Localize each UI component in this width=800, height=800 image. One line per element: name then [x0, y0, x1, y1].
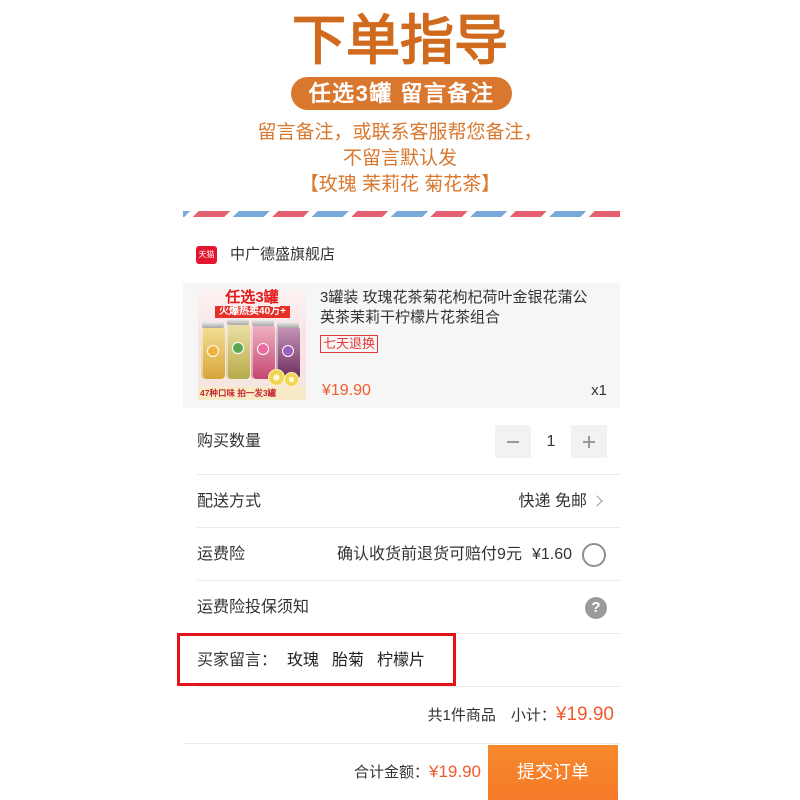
product-title[interactable]: 3罐装 玫瑰花茶菊花枸杞荷叶金银花蒲公 英茶茉莉干柠檬片花茶组合 [320, 288, 615, 328]
insurance-notice-row[interactable]: 运费险投保须知 [183, 581, 620, 634]
quantity-row: 购买数量 1 [183, 408, 620, 475]
product-title-line: 英茶茉莉干柠檬片花茶组合 [320, 309, 501, 326]
chevron-right-icon[interactable] [591, 495, 603, 507]
insurance-info: 确认收货前退货可赔付9元 ¥1.60 [337, 528, 572, 581]
plus-stroke [588, 435, 590, 448]
order-confirmation-card: 天猫 中广德盛旗舰店 任选3罐 火爆热卖40万+ 47种口味 拍一发3罐 3罐装… [177, 218, 620, 800]
insurance-description: 确认收货前退货可赔付9元 [337, 546, 522, 563]
checkout-bar: 合计金额：¥19.90 提交订单 [183, 743, 620, 800]
product-image[interactable]: 任选3罐 火爆热卖40万+ 47种口味 拍一发3罐 [198, 289, 306, 400]
order-guide-page: 下单指导 任选3罐 留言备注 留言备注，或联系客服帮您备注， 不留言默认发 【玫… [0, 0, 800, 800]
question-icon[interactable] [585, 597, 607, 619]
jar-label [207, 345, 219, 357]
insurance-label: 运费险 [197, 546, 246, 563]
jar-label [257, 343, 269, 355]
jar-label [282, 345, 294, 357]
jar-lid [227, 319, 249, 325]
minus-stroke [507, 441, 519, 443]
instructions: 留言备注，或联系客服帮您备注， 不留言默认发 【玫瑰 茉莉花 菊花茶】 [0, 120, 800, 198]
image-banner: 火爆热卖40万+ [215, 306, 290, 318]
tea-jar [201, 322, 225, 379]
subtotal: 共1件商品 小计：¥19.90 [428, 687, 614, 744]
instruction-line: 不留言默认发 [342, 148, 457, 169]
image-footer: 47种口味 拍一发3罐 [198, 387, 306, 400]
tmall-icon: 天猫 [196, 246, 217, 264]
jar-lid [277, 322, 299, 328]
insurance-notice-label: 运费险投保须知 [197, 599, 310, 616]
submit-order-button[interactable]: 提交订单 [488, 745, 618, 800]
total-amount: ¥19.90 [429, 762, 481, 781]
total-label: 合计金额： [353, 764, 429, 781]
image-headline: 任选3罐 [225, 289, 279, 306]
quantity-value[interactable]: 1 [531, 425, 571, 458]
subtotal-row: 共1件商品 小计：¥19.90 [183, 687, 620, 743]
lemon-slice [284, 372, 299, 387]
jar-lid [252, 320, 274, 326]
delivery-row[interactable]: 配送方式 快递 免邮 [183, 475, 620, 528]
airmail-stripe-divider [183, 211, 620, 217]
return-policy-badge: 七天退换 [320, 335, 379, 353]
shipping-insurance-row: 运费险 确认收货前退货可赔付9元 ¥1.60 [183, 528, 620, 581]
lemon-slice [268, 369, 285, 386]
product-price: ¥19.90 [322, 382, 371, 399]
quantity-label: 购买数量 [197, 433, 262, 450]
radio-icon[interactable] [582, 543, 606, 567]
instruction-line: 留言备注，或联系客服帮您备注， [257, 122, 543, 143]
tea-jar [226, 319, 250, 379]
plus-icon[interactable] [571, 425, 607, 458]
subtotal-amount: ¥19.90 [555, 704, 614, 725]
highlight-box [177, 633, 456, 686]
jar-label [232, 342, 244, 354]
product-title-line: 3罐装 玫瑰花茶菊花枸杞荷叶金银花蒲公 [320, 289, 588, 306]
page-title: 下单指导 [292, 11, 508, 71]
subtotal-label: 小计： [510, 707, 556, 724]
instruction-line: 【玫瑰 茉莉花 菊花茶】 [299, 174, 501, 195]
delivery-value: 快递 免邮 [518, 493, 587, 510]
product-quantity: x1 [591, 382, 607, 399]
total: 合计金额：¥19.90 [354, 744, 481, 800]
store-row[interactable]: 天猫 中广德盛旗舰店 [183, 235, 620, 275]
jar-lid [202, 322, 224, 328]
minus-icon[interactable] [495, 425, 531, 458]
store-name: 中广德盛旗舰店 [230, 246, 336, 263]
delivery-label: 配送方式 [197, 493, 262, 510]
insurance-price: ¥1.60 [531, 546, 572, 563]
item-count: 共1件商品 [427, 707, 496, 724]
promo-pill: 任选3罐 留言备注 [291, 77, 512, 110]
product-item[interactable]: 任选3罐 火爆热卖40万+ 47种口味 拍一发3罐 3罐装 玫瑰花茶菊花枸杞荷叶… [183, 283, 620, 408]
